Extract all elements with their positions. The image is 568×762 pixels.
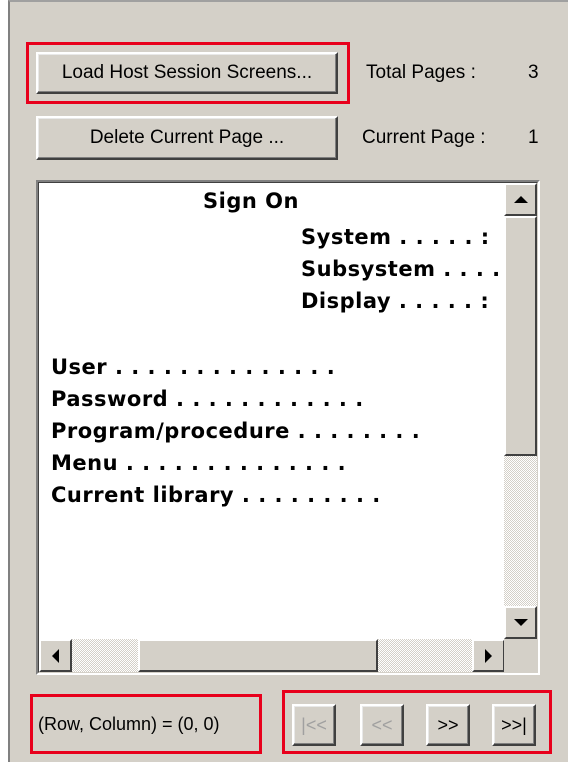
screen-line: Sign On	[203, 189, 299, 213]
highlight-box-navigation	[282, 690, 552, 754]
current-page-label: Current Page :	[362, 127, 486, 148]
scroll-right-button[interactable]	[472, 639, 505, 672]
scroll-up-button[interactable]	[504, 183, 537, 216]
arrow-up-icon	[513, 196, 528, 203]
host-screen-content: Sign On System . . . . . : Subsystem . .…	[39, 183, 505, 639]
screen-line: Menu . . . . . . . . . . . . . .	[51, 451, 347, 475]
highlight-box-status	[30, 694, 262, 754]
screen-line: Current library . . . . . . . . .	[51, 483, 381, 507]
vertical-scroll-thumb[interactable]	[504, 216, 537, 456]
screen-line: Program/procedure . . . . . . . .	[51, 419, 421, 443]
screen-line: Subsystem . . . .	[301, 257, 501, 281]
highlight-box-load	[26, 42, 350, 104]
horizontal-scrollbar[interactable]	[39, 639, 505, 672]
screen-line: Display . . . . . :	[301, 289, 490, 313]
scrollbar-corner	[504, 639, 537, 672]
delete-current-page-button[interactable]: Delete Current Page ...	[36, 116, 338, 160]
arrow-left-icon	[52, 648, 59, 663]
horizontal-scroll-thumb[interactable]	[138, 639, 378, 672]
arrow-right-icon	[485, 648, 492, 663]
scroll-down-button[interactable]	[504, 606, 537, 639]
scroll-left-button[interactable]	[39, 639, 72, 672]
arrow-down-icon	[513, 619, 528, 626]
total-pages-value: 3	[528, 62, 539, 83]
current-page-value: 1	[528, 127, 539, 148]
screen-line: Password . . . . . . . . . . . .	[51, 387, 364, 411]
total-pages-label: Total Pages :	[366, 62, 476, 83]
screen-line: User . . . . . . . . . . . . . .	[51, 355, 336, 379]
screen-line: System . . . . . :	[301, 225, 490, 249]
host-screen-view: Sign On System . . . . . : Subsystem . .…	[36, 180, 540, 675]
vertical-scrollbar[interactable]	[504, 183, 537, 639]
